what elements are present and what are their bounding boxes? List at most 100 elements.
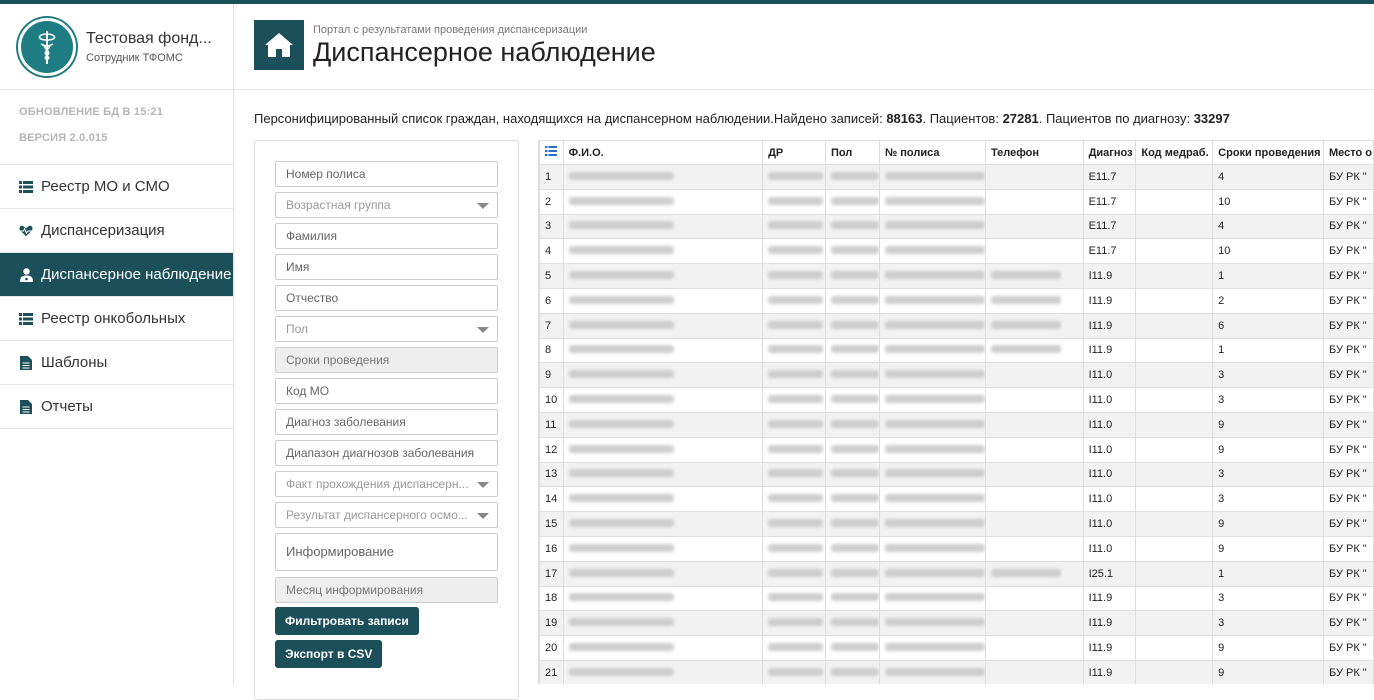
sidebar-item-reports[interactable]: Отчеты: [0, 385, 233, 429]
table-row[interactable]: 17 I25.1 1 БУ РК ": [539, 560, 1374, 587]
medic-code-cell: [1135, 362, 1214, 389]
redacted-value: [830, 494, 879, 503]
terms-cell: 9: [1212, 535, 1324, 562]
redacted-value: [768, 246, 824, 255]
table-row[interactable]: 11 I11.0 9 БУ РК ": [539, 411, 1374, 438]
table-row[interactable]: 7 I11.9 6 БУ РК ": [539, 312, 1374, 339]
table-row[interactable]: 2 E11.7 10 БУ РК ": [539, 188, 1374, 215]
version-label: ВЕРСИЯ 2.0.015: [19, 132, 108, 144]
column-header-diagnosis[interactable]: Диагноз: [1082, 140, 1137, 165]
sidebar-item-templates[interactable]: Шаблоны: [0, 341, 233, 385]
name-input[interactable]: Имя: [275, 254, 498, 280]
sex-cell: [824, 387, 880, 413]
sex-select[interactable]: Пол: [275, 316, 498, 342]
table-row[interactable]: 19 I11.9 3 БУ РК ": [539, 610, 1374, 637]
diagnosis-cell: I11.9: [1082, 635, 1137, 661]
policy-cell: [878, 436, 986, 463]
diagnosis-range-input[interactable]: Диапазон диагнозов заболевания: [275, 440, 498, 466]
terms-cell: 3: [1212, 387, 1324, 413]
redacted-value: [884, 271, 985, 280]
file-icon: [19, 399, 33, 414]
redacted-value: [830, 370, 879, 379]
column-header-policy[interactable]: № полиса: [878, 140, 986, 165]
terms-cell: 1: [1212, 337, 1324, 364]
table-row[interactable]: 8 I11.9 1 БУ РК ": [539, 337, 1374, 364]
filter-button[interactable]: Фильтровать записи: [275, 607, 419, 635]
column-header-phone[interactable]: Телефон: [984, 140, 1084, 165]
policy-cell: [878, 535, 986, 562]
informing-input[interactable]: Информирование: [275, 533, 498, 571]
column-header-terms[interactable]: Сроки проведения: [1212, 140, 1324, 165]
birthdate-cell: [762, 188, 826, 215]
row-number: 9: [539, 362, 564, 389]
row-number: 18: [539, 585, 564, 612]
table-row[interactable]: 10 I11.0 3 БУ РК ": [539, 387, 1374, 413]
table-row[interactable]: 13 I11.0 3 БУ РК ": [539, 461, 1374, 488]
home-button[interactable]: [254, 20, 304, 70]
age-group-select[interactable]: Возрастная группа: [275, 192, 498, 218]
redacted-value: [884, 171, 985, 180]
table-row[interactable]: 3 E11.7 4 БУ РК ": [539, 213, 1374, 240]
place-cell: БУ РК ": [1323, 238, 1374, 265]
column-menu-icon[interactable]: [539, 140, 564, 165]
sidebar-item-mo-registry[interactable]: Реестр МО и СМО: [0, 165, 233, 209]
redacted-value: [830, 295, 879, 304]
table-row[interactable]: 20 I11.9 9 БУ РК ": [539, 635, 1374, 661]
column-header-medic-code[interactable]: Код медраб.: [1135, 140, 1214, 165]
fio-cell: [562, 263, 764, 289]
column-header-fio[interactable]: Ф.И.О.: [562, 140, 764, 165]
redacted-value: [768, 469, 824, 478]
column-header-sex[interactable]: Пол: [824, 140, 880, 165]
diagnosis-input[interactable]: Диагноз заболевания: [275, 409, 498, 435]
sidebar-item-label: Реестр онкобольных: [41, 310, 186, 327]
redacted-value: [568, 568, 674, 577]
diagnosis-cell: I11.0: [1082, 511, 1137, 537]
table-row[interactable]: 21 I11.9 9 БУ РК ": [539, 659, 1374, 684]
table-row[interactable]: 4 E11.7 10 БУ РК ": [539, 238, 1374, 265]
medic-code-cell: [1135, 659, 1214, 684]
result-select[interactable]: Результат диспансерного осмо...: [275, 502, 498, 528]
redacted-value: [830, 568, 879, 577]
table-row[interactable]: 6 I11.9 2 БУ РК ": [539, 287, 1374, 314]
sex-cell: [824, 287, 880, 314]
medic-code-cell: [1135, 585, 1214, 612]
breadcrumb[interactable]: Портал с результатами проведения диспанс…: [313, 24, 587, 36]
diagnosis-cell: I11.0: [1082, 387, 1137, 413]
column-header-birthdate[interactable]: ДР: [762, 140, 826, 165]
fact-select[interactable]: Факт прохождения диспансерн...: [275, 471, 498, 497]
redacted-value: [830, 345, 879, 354]
diagnosis-cell: I11.9: [1082, 610, 1137, 637]
place-cell: БУ РК ": [1323, 362, 1374, 389]
policy-cell: [878, 411, 986, 438]
terms-input[interactable]: Сроки проведения: [275, 347, 498, 373]
terms-cell: 10: [1212, 188, 1324, 215]
fio-cell: [562, 560, 764, 587]
user-role: Сотрудник ТФОМС: [86, 51, 183, 64]
table-row[interactable]: 15 I11.0 9 БУ РК ": [539, 511, 1374, 537]
redacted-value: [990, 568, 1061, 577]
inform-month-input[interactable]: Месяц информирования: [275, 577, 498, 603]
table-row[interactable]: 18 I11.9 3 БУ РК ": [539, 585, 1374, 612]
table-row[interactable]: 5 I11.9 1 БУ РК ": [539, 263, 1374, 289]
redacted-value: [768, 419, 824, 428]
phone-cell: [984, 486, 1084, 513]
table-row[interactable]: 12 I11.0 9 БУ РК ": [539, 436, 1374, 463]
table-row[interactable]: 1 E11.7 4 БУ РК ": [539, 164, 1374, 190]
phone-cell: [984, 213, 1084, 240]
policy-number-input[interactable]: Номер полиса: [275, 161, 498, 187]
table-row[interactable]: 14 I11.0 3 БУ РК ": [539, 486, 1374, 513]
sidebar-item-oncology-registry[interactable]: Реестр онкобольных: [0, 297, 233, 341]
table-row[interactable]: 16 I11.0 9 БУ РК ": [539, 535, 1374, 562]
export-csv-button[interactable]: Экспорт в CSV: [275, 640, 383, 668]
sidebar-item-dispensary-observation[interactable]: Диспансерное наблюдение: [0, 253, 233, 297]
column-header-place[interactable]: Место о: [1323, 140, 1374, 165]
policy-cell: [878, 337, 986, 364]
sidebar-item-dispanserization[interactable]: Диспансеризация: [0, 209, 233, 253]
table-row[interactable]: 9 I11.0 3 БУ РК ": [539, 362, 1374, 389]
redacted-value: [568, 444, 674, 453]
mo-code-input[interactable]: Код МО: [275, 378, 498, 404]
surname-input[interactable]: Фамилия: [275, 223, 498, 249]
diagnosis-cell: I11.9: [1082, 287, 1137, 314]
patronymic-input[interactable]: Отчество: [275, 285, 498, 311]
birthdate-cell: [762, 213, 826, 240]
